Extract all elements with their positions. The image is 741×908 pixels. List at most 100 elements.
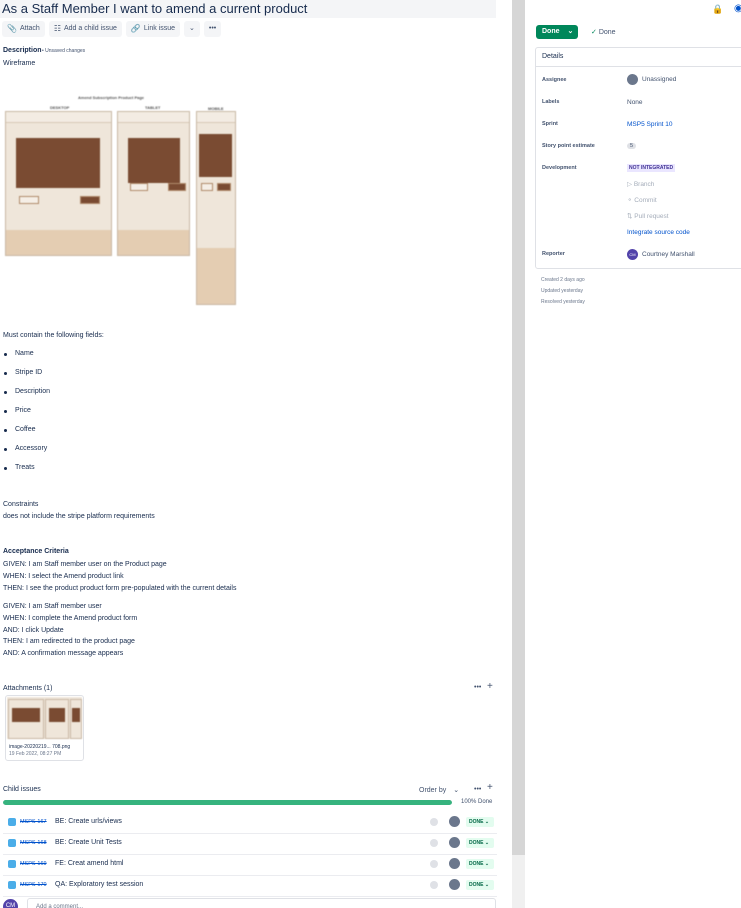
child-issue-summary[interactable]: FE: Creat amend html <box>55 860 123 867</box>
paperclip-icon: 📎 <box>7 24 17 33</box>
criteria-line: AND: I click Update <box>3 627 64 634</box>
priority-icon <box>430 881 438 889</box>
pull-request-link[interactable]: ⇅ Pull request <box>627 212 669 220</box>
status-transition-button[interactable]: Done ⌄ <box>536 25 578 39</box>
child-issue-key[interactable]: MSPS-167 <box>20 819 47 825</box>
field-label-reporter: Reporter <box>542 251 565 257</box>
criteria-line: GIVEN: I am Staff member user on the Pro… <box>3 561 167 568</box>
child-issue-key[interactable]: MSPS-170 <box>20 882 47 888</box>
status-text: DONE <box>469 882 484 888</box>
attachment-card[interactable]: image-20220219... 708.png 19 Feb 2022, 0… <box>5 695 84 761</box>
reporter-value[interactable]: CM Courtney Marshall <box>627 249 695 260</box>
issue-title[interactable]: As a Staff Member I want to amend a curr… <box>0 0 496 18</box>
acceptance-heading: Acceptance Criteria <box>3 548 69 555</box>
child-issue-key[interactable]: MSPS-169 <box>20 861 47 867</box>
field-item: Stripe ID <box>15 369 43 376</box>
status-lozenge[interactable]: DONE ⌄ <box>466 838 494 848</box>
story-points-value[interactable]: 5 <box>627 142 637 149</box>
link-issue-label: Link issue <box>143 25 176 32</box>
assignee-avatar[interactable] <box>449 816 460 827</box>
status-lozenge[interactable]: DONE ⌄ <box>466 859 494 869</box>
child-issues-more-button[interactable]: ••• <box>474 786 481 793</box>
priority-icon <box>430 860 438 868</box>
scrollbar-thumb[interactable] <box>512 0 525 855</box>
criteria-line: WHEN: I complete the Amend product form <box>3 615 138 622</box>
criteria-line: GIVEN: I am Staff member user <box>3 603 102 610</box>
link-issue-dropdown[interactable]: ⌄ <box>184 21 200 37</box>
constraints-heading: Constraints <box>3 501 39 508</box>
child-issue-row[interactable]: MSPS-167 BE: Create urls/views DONE ⌄ <box>3 813 497 834</box>
field-item: Coffee <box>15 426 36 433</box>
wireframe-desktop <box>5 111 112 256</box>
updated-date: Updated yesterday <box>541 288 583 294</box>
child-issue-summary[interactable]: BE: Create Unit Tests <box>55 839 122 846</box>
criteria-line: AND: A confirmation message appears <box>3 650 124 657</box>
child-issue-summary[interactable]: BE: Create urls/views <box>55 818 122 825</box>
assignee-avatar[interactable] <box>449 879 460 890</box>
thumb-tablet-box <box>49 708 65 722</box>
wireframe-mobile-update <box>217 183 231 191</box>
assignee-avatar[interactable] <box>449 837 460 848</box>
watch-icon[interactable]: 🔒 <box>712 4 723 15</box>
wireframe-tablet-cancel <box>130 183 148 191</box>
status-text: DONE <box>469 819 484 825</box>
chevron-down-icon: ⌄ <box>484 882 490 888</box>
wireframe-mobile-footer <box>197 248 235 304</box>
field-label-assignee: Assignee <box>542 77 567 83</box>
wireframe-tablet-update <box>168 183 186 191</box>
field-label-sprint: Sprint <box>542 121 558 127</box>
branch-label: Branch <box>633 181 655 188</box>
child-issue-row[interactable]: MSPS-170 QA: Exploratory test session DO… <box>3 876 497 897</box>
assignee-value[interactable]: Unassigned <box>627 74 676 85</box>
resolution-label: Done <box>598 29 616 36</box>
integrate-source-code-link[interactable]: Integrate source code <box>627 229 690 236</box>
wireframe-label: Wireframe <box>3 60 36 67</box>
attachments-more-button[interactable]: ••• <box>474 684 481 691</box>
wireframe-caption-desktop: DESKTOP <box>50 105 70 110</box>
child-issue-row[interactable]: MSPS-169 FE: Creat amend html DONE ⌄ <box>3 855 497 876</box>
bullet <box>4 372 7 375</box>
branch-link[interactable]: ▷ Branch <box>627 180 654 188</box>
commit-link[interactable]: ⚬ Commit <box>627 196 657 204</box>
sprint-value[interactable]: MSP5 Sprint 10 <box>627 121 673 128</box>
link-issue-button[interactable]: 🔗 Link issue <box>125 21 181 37</box>
add-comment-input[interactable]: Add a comment... <box>27 898 496 908</box>
child-issue-row[interactable]: MSPS-168 BE: Create Unit Tests DONE ⌄ <box>3 834 497 855</box>
bullet <box>4 391 7 394</box>
attachment-date: 19 Feb 2022, 08:27 PM <box>9 751 62 757</box>
labels-value[interactable]: None <box>627 99 643 106</box>
wireframe-mobile <box>196 111 236 305</box>
order-by-button[interactable]: Order by ⌄ <box>419 786 459 794</box>
wireframe-image[interactable]: Amend Subscription Product Page DESKTOP … <box>0 90 240 305</box>
assignee-avatar[interactable] <box>449 858 460 869</box>
chevron-down-icon: ⌄ <box>453 787 460 794</box>
check-icon: ✓ <box>591 29 597 36</box>
child-issues-add-button[interactable]: + <box>487 782 493 793</box>
details-heading[interactable]: Details <box>536 48 741 67</box>
priority-icon <box>430 839 438 847</box>
pull-request-icon: ⇅ <box>627 213 633 220</box>
unassigned-avatar-icon <box>627 74 638 85</box>
criteria-line: THEN: I am redirected to the product pag… <box>3 638 135 645</box>
child-issue-key[interactable]: MSPS-168 <box>20 840 47 846</box>
attach-button[interactable]: 📎 Attach <box>2 21 45 37</box>
field-item: Description <box>15 388 51 395</box>
wireframe-mobile-nav <box>197 112 235 123</box>
issue-toolbar: 📎 Attach ☷ Add a child issue 🔗 Link issu… <box>2 21 222 37</box>
share-icon[interactable]: ◉ <box>734 3 741 14</box>
more-actions-button[interactable]: ••• <box>203 21 222 37</box>
wireframe-tablet <box>117 111 190 256</box>
chevron-down-icon: ⌄ <box>484 819 490 825</box>
reporter-name: Courtney Marshall <box>642 251 695 258</box>
commit-icon: ⚬ <box>627 197 633 204</box>
subtask-icon <box>8 839 16 847</box>
status-lozenge[interactable]: DONE ⌄ <box>466 880 494 890</box>
field-item: Treats <box>15 464 35 471</box>
attachments-add-button[interactable]: + <box>487 681 493 692</box>
description-label: Description <box>3 47 42 54</box>
field-item: Price <box>15 407 31 414</box>
subtask-icon <box>8 881 16 889</box>
status-lozenge[interactable]: DONE ⌄ <box>466 817 494 827</box>
child-issue-summary[interactable]: QA: Exploratory test session <box>55 881 143 888</box>
add-child-issue-button[interactable]: ☷ Add a child issue <box>48 21 122 37</box>
